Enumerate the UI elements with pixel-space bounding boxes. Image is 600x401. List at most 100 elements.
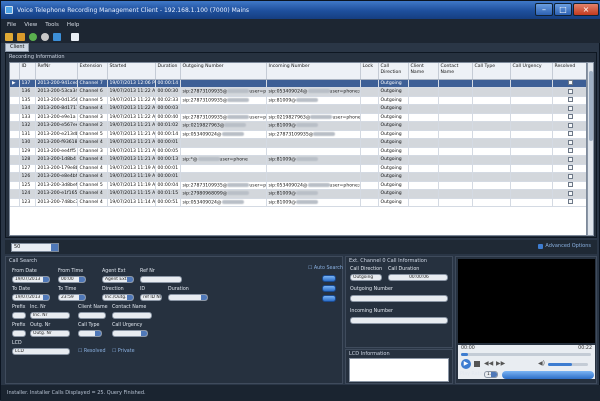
column-header[interactable]: Incoming Number: [266, 63, 361, 80]
resolved-checkbox[interactable]: [567, 122, 573, 128]
table-row[interactable]: 134 2013-200-8d1717 Channel 4 19/07/2013 11…: [10, 104, 586, 114]
table-row[interactable]: 135 2013-200-0d1358 Channel 5 19/07/2013 11…: [10, 96, 586, 105]
stop-button[interactable]: [474, 361, 480, 367]
agent-ext-field[interactable]: Agent Ext. Nr: [102, 276, 134, 283]
table-row[interactable]: 127 2013-200-179e8b Channel 4 19/07/2013 11…: [10, 164, 586, 173]
auto-search-checkbox[interactable]: ☐ Auto Search: [308, 266, 343, 271]
column-header[interactable]: Outgoing Number: [180, 63, 267, 80]
id-field[interactable]: ref ID Nr: [140, 294, 162, 301]
rewind-button[interactable]: ◀◀: [484, 360, 493, 367]
table-row[interactable]: 124 2013-200-e1f165 Channel 4 19/07/2013 11…: [10, 189, 586, 199]
resolved-checkbox[interactable]: [567, 88, 573, 94]
resolved-checkbox[interactable]: [567, 97, 573, 103]
resolved-checkbox[interactable]: [567, 190, 573, 196]
menu-view[interactable]: View: [24, 22, 37, 28]
export-button[interactable]: [322, 295, 336, 302]
duration-field[interactable]: [168, 294, 208, 301]
resolved-checkbox[interactable]: [567, 131, 573, 137]
direction-select[interactable]: Inc./Outg.: [102, 294, 134, 301]
resolved-checkbox[interactable]: [567, 165, 573, 171]
to-time-field[interactable]: 23:59: [58, 294, 86, 301]
inc-nr-field[interactable]: Inc. Nr: [30, 312, 70, 319]
column-header[interactable]: RefNr: [35, 63, 78, 80]
resolved-checkbox[interactable]: [567, 139, 573, 145]
cell-incoming-number: sip:27873109935@: [266, 130, 361, 139]
menu-file[interactable]: File: [7, 22, 16, 28]
column-header[interactable]: Lock: [360, 63, 379, 80]
column-header[interactable]: Contact Name: [438, 63, 473, 80]
resolved-checkbox[interactable]: [567, 148, 573, 154]
close-button[interactable]: ×: [573, 3, 599, 16]
volume-icon[interactable]: ◀): [538, 360, 545, 367]
from-date-field[interactable]: 19/07/2013: [12, 276, 50, 283]
table-row[interactable]: 136 2013-200-53ca34 Channel 6 19/07/2013 11…: [10, 87, 586, 97]
to-date-field[interactable]: 19/07/2013: [12, 294, 50, 301]
call-urgency-select[interactable]: [112, 330, 148, 337]
seek-bar[interactable]: [461, 353, 591, 356]
client-name-field[interactable]: [78, 312, 106, 319]
resolved-checkbox[interactable]: [567, 105, 573, 111]
search-icon[interactable]: [41, 32, 49, 41]
export-icon[interactable]: [71, 32, 79, 41]
call-type-select[interactable]: [78, 330, 102, 337]
table-row[interactable]: 130 2013-200-f93618 Channel 4 19/07/2013 11…: [10, 138, 586, 148]
menu-tools[interactable]: Tools: [45, 22, 59, 28]
table-row[interactable]: 133 2013-200-e9e1a Channel 3 19/07/2013 11:…: [10, 113, 586, 122]
search-button[interactable]: [322, 275, 336, 282]
outg-nr-field[interactable]: Outg. Nr: [30, 330, 70, 337]
resolved-checkbox[interactable]: [567, 156, 573, 162]
table-row[interactable]: 131 2013-200-e213db Channel 5 19/07/2013 11…: [10, 130, 586, 139]
resolved-checkbox[interactable]: [567, 114, 573, 120]
column-header[interactable]: Extension: [77, 63, 108, 80]
column-header[interactable]: Duration: [155, 63, 181, 80]
resolved-checkbox[interactable]: [567, 199, 573, 205]
page-size-select[interactable]: 50: [11, 242, 59, 252]
open-icon[interactable]: [5, 32, 13, 41]
resolved-checkbox[interactable]: [567, 182, 573, 188]
contact-name-field[interactable]: [112, 312, 152, 319]
save-icon[interactable]: [17, 32, 25, 41]
table-row[interactable]: 129 2013-200-ee4ff5 Channel 3 19/07/2013 11…: [10, 147, 586, 156]
from-time-field[interactable]: 00:00: [58, 276, 86, 283]
table-row[interactable]: 123 2013-200-748bc3 Channel 4 19/07/2013 11…: [10, 198, 586, 207]
column-header[interactable]: [10, 63, 20, 80]
cell-duration: 00:00:14: [155, 130, 181, 139]
play-button[interactable]: ▶: [461, 359, 471, 369]
column-header[interactable]: Started: [107, 63, 156, 80]
prefix2-field[interactable]: [12, 330, 26, 337]
private-checkbox[interactable]: ☐ Private: [112, 349, 135, 354]
advanced-options-link[interactable]: Advanced Options: [538, 243, 591, 249]
column-header[interactable]: Call Urgency: [510, 63, 553, 80]
minimize-button[interactable]: –: [535, 3, 553, 16]
column-header[interactable]: Resolved: [552, 63, 586, 80]
clear-button[interactable]: [322, 285, 336, 292]
refresh-icon[interactable]: [29, 32, 37, 41]
grid-vertical-scrollbar[interactable]: [587, 62, 594, 236]
prefix-field[interactable]: [12, 312, 26, 319]
settings-icon[interactable]: [53, 32, 61, 41]
resolved-checkbox[interactable]: [567, 80, 573, 86]
ref-nr-field[interactable]: [140, 276, 182, 283]
play-rate-select[interactable]: 1.0: [484, 371, 498, 378]
resolved-checkbox[interactable]: [567, 173, 573, 179]
column-header[interactable]: Call Type: [472, 63, 511, 80]
column-header[interactable]: ID: [19, 63, 36, 80]
volume-slider[interactable]: [548, 363, 588, 366]
table-row[interactable]: 125 2013-200-3d8bef Channel 5 19/07/2013 11…: [10, 181, 586, 190]
play-rate-slider[interactable]: [502, 371, 594, 379]
column-header[interactable]: Client Name: [408, 63, 439, 80]
scrollbar-thumb[interactable]: [589, 71, 593, 141]
table-row[interactable]: 128 2013-200-1d8b4 Channel 4 19/07/2013 11:…: [10, 155, 586, 165]
maximize-button[interactable]: □: [554, 3, 572, 16]
column-header[interactable]: Call Direction: [378, 63, 409, 80]
lcd-field[interactable]: LCD: [12, 348, 70, 355]
forward-button[interactable]: ▶▶: [496, 360, 505, 367]
tab-client[interactable]: Client: [5, 43, 30, 52]
table-row[interactable]: 126 2013-200-e8e4bf Channel 4 19/07/2013 11…: [10, 172, 586, 182]
table-row[interactable]: ▶ 137 2013-200-941ced Channel 7 19/07/2013 1…: [10, 79, 586, 88]
cell-extension: Channel 3: [77, 113, 108, 122]
title-bar[interactable]: Voice Telephone Recording Management Cli…: [1, 1, 600, 19]
table-row[interactable]: 132 2013-200-e567ee Channel 2 19/07/2013 11…: [10, 121, 586, 131]
resolved-checkbox[interactable]: ☐ Resolved: [78, 349, 106, 354]
menu-help[interactable]: Help: [67, 22, 80, 28]
